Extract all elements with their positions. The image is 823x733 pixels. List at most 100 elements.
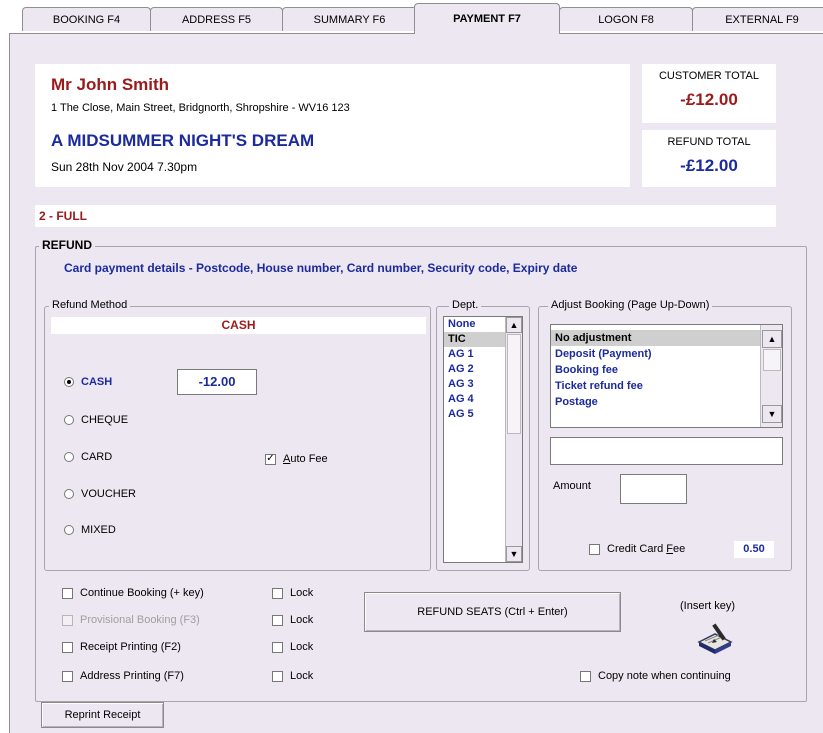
- dept-legend: Dept.: [449, 299, 482, 311]
- address-printing-label: Address Printing (F7): [80, 670, 184, 682]
- notepad-pen-icon[interactable]: [695, 620, 735, 660]
- tab-label: BOOKING F4: [52, 13, 121, 26]
- scroll-thumb[interactable]: [763, 349, 781, 371]
- continue-booking-label: Continue Booking (+ key): [80, 587, 204, 599]
- credit-card-fee-value: 0.50: [734, 541, 774, 558]
- lock-label: Lock: [290, 614, 314, 626]
- adjust-item-postage[interactable]: Postage: [551, 394, 782, 410]
- scroll-thumb[interactable]: [507, 334, 521, 434]
- cash-amount-input[interactable]: -12.00: [177, 369, 257, 395]
- booking-status: 2 - FULL: [35, 205, 776, 227]
- customer-total-box: CUSTOMER TOTAL -£12.00: [642, 64, 776, 123]
- tab-address[interactable]: ADDRESS F5: [150, 7, 283, 31]
- radio-card[interactable]: CARD: [64, 451, 112, 463]
- lock-label: Lock: [290, 641, 314, 653]
- adjust-booking-legend: Adjust Booking (Page Up-Down): [548, 299, 713, 311]
- tab-label: SUMMARY F6: [313, 13, 386, 26]
- refund-total-box: REFUND TOTAL -£12.00: [642, 130, 776, 187]
- adjust-item-no-adjustment[interactable]: No adjustment: [551, 330, 782, 346]
- lock-label: Lock: [290, 670, 314, 682]
- auto-fee-label: Auto Fee: [283, 453, 328, 465]
- checkbox-box: [272, 641, 283, 653]
- adjust-scrollbar[interactable]: ▲ ▼: [760, 325, 782, 427]
- customer-info-box: Mr John Smith 1 The Close, Main Street, …: [35, 64, 630, 187]
- insert-key-label: (Insert key): [680, 600, 736, 612]
- adjust-item-ticket-refund-fee[interactable]: Ticket refund fee: [551, 378, 782, 394]
- checkbox-box: [62, 587, 73, 599]
- refund-seats-button[interactable]: REFUND SEATS (Ctrl + Enter): [364, 592, 621, 632]
- adjust-text-input[interactable]: [550, 437, 783, 465]
- checkbox-box: [272, 670, 283, 682]
- refund-method-current: CASH: [51, 317, 426, 334]
- radio-mixed[interactable]: MIXED: [64, 524, 116, 536]
- adjust-list-items: No adjustment Deposit (Payment) Booking …: [551, 325, 782, 410]
- card-payment-details: Card payment details - Postcode, House n…: [64, 261, 578, 275]
- adjust-item-booking-fee[interactable]: Booking fee: [551, 362, 782, 378]
- tab-booking[interactable]: BOOKING F4: [22, 7, 151, 31]
- checkbox-box: [62, 641, 73, 653]
- checkbox-box: [272, 614, 283, 626]
- tab-external[interactable]: EXTERNAL F9: [692, 7, 823, 31]
- reprint-receipt-button[interactable]: Reprint Receipt: [41, 702, 164, 728]
- refund-method-legend: Refund Method: [49, 299, 131, 311]
- chevron-down-icon[interactable]: ▼: [506, 546, 522, 562]
- radio-voucher[interactable]: VOUCHER: [64, 488, 136, 500]
- radio-dot: [64, 489, 74, 499]
- tab-label: EXTERNAL F9: [725, 13, 799, 26]
- provisional-booking-checkbox[interactable]: Provisional Booking (F3): [62, 614, 200, 626]
- provisional-booking-label: Provisional Booking (F3): [80, 614, 200, 626]
- tab-label: PAYMENT F7: [453, 13, 521, 25]
- tab-bar: BOOKING F4 ADDRESS F5 SUMMARY F6 PAYMENT…: [0, 0, 823, 34]
- credit-fee-label-text-end: ee: [673, 543, 686, 555]
- credit-card-fee-checkbox[interactable]: Credit Card Fee: [589, 543, 685, 555]
- customer-total-label: CUSTOMER TOTAL: [658, 70, 760, 82]
- auto-fee-label-text: uto Fee: [290, 453, 328, 465]
- continue-booking-lock-checkbox[interactable]: Lock: [272, 587, 313, 599]
- tab-summary[interactable]: SUMMARY F6: [282, 7, 417, 31]
- credit-fee-label-text: Credit Card: [607, 543, 667, 555]
- checkbox-box: [589, 543, 600, 555]
- chevron-up-icon[interactable]: ▲: [762, 330, 782, 348]
- refund-title: REFUND: [39, 238, 95, 252]
- receipt-printing-lock-checkbox[interactable]: Lock: [272, 641, 313, 653]
- tab-payment[interactable]: PAYMENT F7: [414, 3, 560, 34]
- check-icon: ✓: [265, 453, 276, 465]
- radio-label: CARD: [81, 451, 113, 463]
- receipt-printing-checkbox[interactable]: Receipt Printing (F2): [62, 641, 181, 653]
- radio-cash[interactable]: CASH: [64, 376, 112, 388]
- radio-label: CHEQUE: [81, 414, 129, 426]
- chevron-down-icon[interactable]: ▼: [762, 405, 782, 423]
- radio-dot: [64, 415, 74, 425]
- radio-cheque[interactable]: CHEQUE: [64, 414, 128, 426]
- customer-name: Mr John Smith: [51, 75, 170, 94]
- copy-note-checkbox[interactable]: Copy note when continuing: [580, 670, 731, 682]
- adjust-item-deposit[interactable]: Deposit (Payment): [551, 346, 782, 362]
- tab-label: ADDRESS F5: [181, 13, 252, 26]
- refund-total-label: REFUND TOTAL: [667, 136, 751, 148]
- radio-label: CASH: [81, 376, 113, 388]
- radio-dot: [64, 452, 74, 462]
- address-printing-checkbox[interactable]: Address Printing (F7): [62, 670, 184, 682]
- radio-label: VOUCHER: [81, 488, 137, 500]
- checkbox-box: [272, 587, 283, 599]
- address-printing-lock-checkbox[interactable]: Lock: [272, 670, 313, 682]
- adjust-listbox[interactable]: No adjustment Deposit (Payment) Booking …: [550, 324, 783, 428]
- amount-label: Amount: [553, 480, 591, 492]
- tab-label: LOGON F8: [598, 13, 654, 26]
- amount-input[interactable]: [620, 474, 687, 504]
- auto-fee-checkbox[interactable]: ✓ Auto Fee: [265, 453, 328, 465]
- copy-note-label: Copy note when continuing: [598, 670, 731, 682]
- credit-card-fee-label: Credit Card Fee: [607, 543, 685, 555]
- provisional-booking-lock-checkbox[interactable]: Lock: [272, 614, 313, 626]
- lock-label: Lock: [290, 587, 314, 599]
- checkbox-box: [62, 614, 73, 626]
- tab-logon[interactable]: LOGON F8: [559, 7, 693, 31]
- continue-booking-checkbox[interactable]: Continue Booking (+ key): [62, 587, 204, 599]
- customer-address: 1 The Close, Main Street, Bridgnorth, Sh…: [51, 102, 350, 114]
- chevron-up-icon[interactable]: ▲: [506, 317, 522, 333]
- radio-dot: [64, 377, 74, 387]
- event-datetime: Sun 28th Nov 2004 7.30pm: [51, 160, 198, 174]
- event-title: A MIDSUMMER NIGHT'S DREAM: [51, 131, 315, 150]
- dept-listbox[interactable]: None TIC AG 1 AG 2 AG 3 AG 4 AG 5 ▲ ▼: [443, 316, 523, 563]
- dept-scrollbar[interactable]: ▲ ▼: [505, 317, 522, 562]
